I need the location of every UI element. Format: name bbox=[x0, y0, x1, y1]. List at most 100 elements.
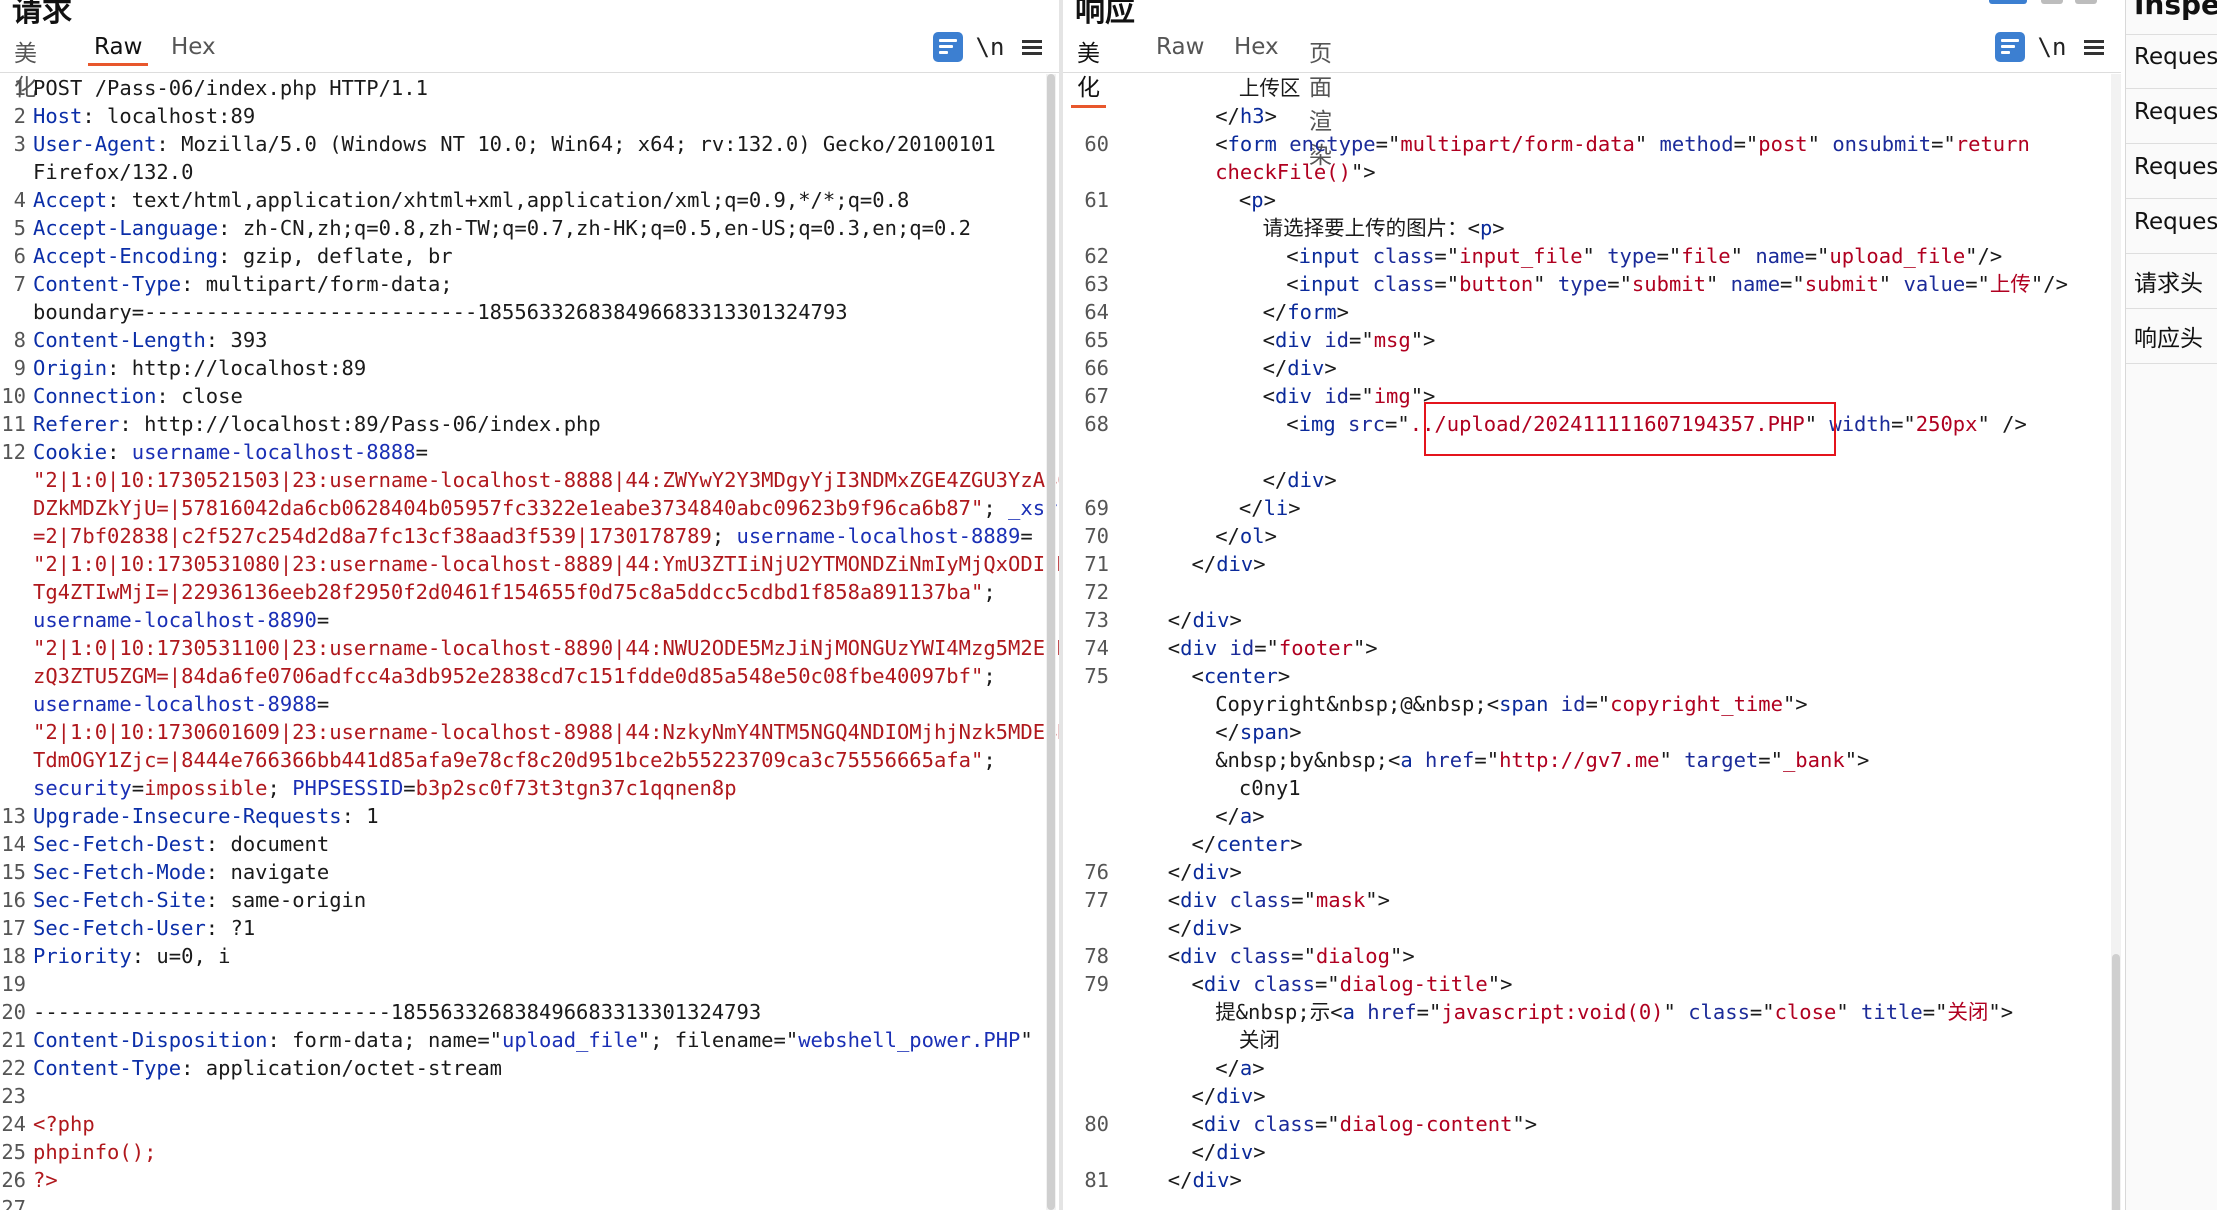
line-text: Content-Disposition: form-data; name="up… bbox=[33, 1026, 1033, 1054]
tab-response-hex[interactable]: Hex bbox=[1234, 34, 1279, 60]
line-text: "2|1:0|10:1730531080|23:username-localho… bbox=[33, 550, 1059, 578]
code-line: 77 <div class="mask"> bbox=[1063, 886, 2121, 914]
code-token: a bbox=[1239, 804, 1253, 828]
code-token: < bbox=[1167, 888, 1181, 912]
line-number: 61 bbox=[1084, 188, 1109, 212]
code-line: </div> bbox=[1063, 914, 2121, 942]
layout-vertical-icon[interactable] bbox=[2075, 0, 2097, 4]
response-scrollbar[interactable] bbox=[2111, 74, 2121, 1210]
code-line: 关闭 bbox=[1063, 1026, 2121, 1054]
line-number: 16 bbox=[1, 888, 26, 912]
line-text: 关闭 bbox=[1239, 1026, 1280, 1054]
code-token: msg bbox=[1373, 328, 1411, 352]
code-token: username-localhost-8888 bbox=[131, 440, 416, 464]
code-token: form bbox=[1287, 300, 1337, 324]
inspector-item-request-query[interactable]: Reques bbox=[2134, 99, 2217, 125]
tab-request-raw[interactable]: Raw bbox=[87, 34, 149, 66]
line-text: </a> bbox=[1215, 802, 1264, 830]
code-line: 14 Sec-Fetch-Dest: document bbox=[0, 830, 1059, 858]
line-text: username-localhost-8988= bbox=[33, 690, 329, 718]
code-line: 4 Accept: text/html,application/xhtml+xml… bbox=[0, 186, 1059, 214]
code-token: Sec-Fetch-Site bbox=[33, 888, 206, 912]
line-text: Accept-Language: zh-CN,zh;q=0.8,zh-TW;q=… bbox=[33, 214, 971, 242]
line-text: <div id="msg"> bbox=[1263, 326, 1436, 354]
newline-toggle-button[interactable]: \n bbox=[2037, 32, 2067, 62]
code-line: c0ny1 bbox=[1063, 774, 2121, 802]
line-text: Cookie: username-localhost-8888= bbox=[33, 438, 428, 466]
word-wrap-icon[interactable] bbox=[1995, 32, 2025, 62]
line-number: 27 bbox=[1, 1196, 26, 1210]
code-line: 19 bbox=[0, 970, 1059, 998]
line-number: 26 bbox=[1, 1168, 26, 1192]
code-token: Origin bbox=[33, 356, 108, 380]
code-token: type bbox=[1557, 272, 1608, 296]
code-token: > bbox=[1229, 916, 1242, 940]
inspector-item-request-headers[interactable]: 请求头 bbox=[2134, 264, 2203, 298]
line-text: </div> bbox=[1168, 606, 1242, 634]
code-line: 79 <div class="dialog-title"> bbox=[1063, 970, 2121, 998]
code-token: = bbox=[1020, 524, 1033, 548]
code-token: =" bbox=[1291, 888, 1316, 912]
inspector-item-request-attributes[interactable]: Reques bbox=[2134, 44, 2217, 70]
code-token: target bbox=[1684, 748, 1759, 772]
code-token: span bbox=[1239, 720, 1290, 744]
line-text: <div class="dialog"> bbox=[1168, 942, 1415, 970]
menu-icon[interactable] bbox=[2079, 32, 2109, 62]
word-wrap-icon[interactable] bbox=[933, 32, 963, 62]
code-token: Firefox/132.0 bbox=[33, 160, 194, 184]
code-line: </a> bbox=[1063, 802, 2121, 830]
code-line: 8 Content-Length: 393 bbox=[0, 326, 1059, 354]
code-token: =" bbox=[1922, 1000, 1948, 1024]
line-text: </a> bbox=[1215, 1054, 1264, 1082]
line-text: boundary=---------------------------1855… bbox=[33, 298, 848, 326]
inspector-item-request-cookies[interactable]: Reques bbox=[2134, 209, 2217, 235]
line-number: 17 bbox=[1, 916, 26, 940]
request-scrollbar[interactable] bbox=[1046, 74, 1056, 1210]
code-token: "> bbox=[1410, 328, 1436, 352]
tab-request-hex[interactable]: Hex bbox=[171, 34, 216, 60]
response-tabs-divider bbox=[1063, 72, 2121, 73]
code-line: 7 Content-Type: multipart/form-data; bbox=[0, 270, 1059, 298]
layout-horizontal-icon[interactable] bbox=[2041, 0, 2063, 4]
code-line: 81 </div> bbox=[1063, 1166, 2121, 1194]
request-scroll-thumb[interactable] bbox=[1047, 74, 1055, 1210]
code-token: =" bbox=[1349, 328, 1374, 352]
tab-response-raw[interactable]: Raw bbox=[1156, 34, 1204, 60]
code-token: class bbox=[1688, 1000, 1750, 1024]
line-number: 80 bbox=[1084, 1112, 1109, 1136]
code-token: a bbox=[1400, 748, 1426, 772]
code-token: : 393 bbox=[205, 328, 268, 352]
code-token: file bbox=[1681, 244, 1731, 268]
layout-split-icon[interactable] bbox=[1989, 0, 2027, 4]
line-text: Content-Type: multipart/form-data; bbox=[33, 270, 453, 298]
newline-toggle-button[interactable]: \n bbox=[975, 32, 1005, 62]
code-token: h3 bbox=[1239, 104, 1265, 128]
code-token: div bbox=[1203, 1112, 1254, 1136]
code-line: 20 -----------------------------185563326… bbox=[0, 998, 1059, 1026]
line-text: Accept: text/html,application/xhtml+xml,… bbox=[33, 186, 909, 214]
code-line: TdmOGY1Zjc=|8444e766366bb441d85afa9e78cf… bbox=[0, 746, 1059, 774]
code-token: checkFile() bbox=[1215, 160, 1351, 184]
response-scroll-thumb[interactable] bbox=[2112, 954, 2120, 1210]
line-number: 23 bbox=[1, 1084, 26, 1108]
code-token: onsubmit bbox=[1832, 132, 1932, 156]
code-token: a bbox=[1342, 1000, 1368, 1024]
inspector-item-request-body[interactable]: Reques bbox=[2134, 154, 2217, 180]
code-token: > bbox=[1229, 860, 1242, 884]
code-token: " bbox=[1533, 272, 1558, 296]
code-token: </ bbox=[1262, 356, 1288, 380]
line-text: <center> bbox=[1192, 662, 1291, 690]
code-token: div bbox=[1216, 1084, 1254, 1108]
line-text: 请选择要上传的图片：<p> bbox=[1263, 214, 1505, 242]
code-token: username-localhost-8890 bbox=[33, 608, 317, 632]
code-token: =" bbox=[1434, 272, 1460, 296]
menu-icon[interactable] bbox=[1017, 32, 1047, 62]
line-text: </div> bbox=[1263, 354, 1337, 382]
code-line: 16 Sec-Fetch-Site: same-origin bbox=[0, 886, 1059, 914]
inspector-item-response-headers[interactable]: 响应头 bbox=[2134, 319, 2203, 353]
code-token: > bbox=[1290, 832, 1303, 856]
code-token: phpinfo(); bbox=[33, 1140, 157, 1164]
code-token: c0ny1 bbox=[1238, 776, 1301, 800]
code-token: =" bbox=[1314, 1112, 1340, 1136]
code-token: " bbox=[1705, 272, 1731, 296]
